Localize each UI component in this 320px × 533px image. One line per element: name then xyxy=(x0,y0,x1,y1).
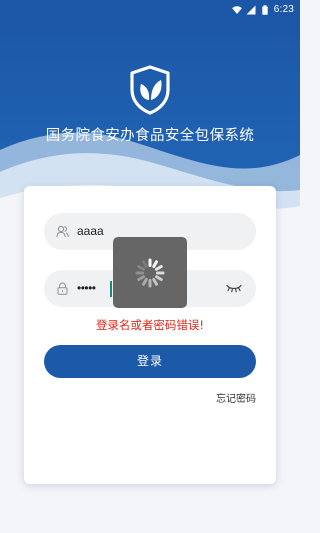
error-message: 登录名或者密码错误! xyxy=(95,318,205,332)
battery-icon xyxy=(262,5,268,15)
login-card: aaaa ••••• 登录名或者密码错误! 登录 忘记密码 xyxy=(24,186,276,484)
loading-overlay xyxy=(113,237,187,308)
signal-icon xyxy=(246,5,256,15)
text-cursor xyxy=(110,281,112,297)
lock-icon xyxy=(57,282,68,295)
app-title: 国务院食安办食品安全包保系统 xyxy=(45,128,255,144)
status-icons: 6:23 xyxy=(231,0,294,20)
login-button[interactable]: 登录 xyxy=(44,345,256,378)
login-screen: 6:23 国务院食安办食品安全包保系统 aaaa ••••• 登录名或者密码错误… xyxy=(0,0,300,533)
wifi-icon xyxy=(231,6,242,14)
spinner-icon xyxy=(135,258,165,288)
username-value: aaaa xyxy=(77,224,104,238)
forgot-password-link[interactable]: 忘记密码 xyxy=(216,390,256,405)
eye-closed-icon[interactable] xyxy=(226,284,242,293)
password-value: ••••• xyxy=(77,281,96,295)
status-bar: 6:23 xyxy=(0,0,300,20)
status-time: 6:23 xyxy=(273,4,294,15)
user-icon xyxy=(56,225,69,238)
shield-leaf-icon xyxy=(130,65,170,115)
